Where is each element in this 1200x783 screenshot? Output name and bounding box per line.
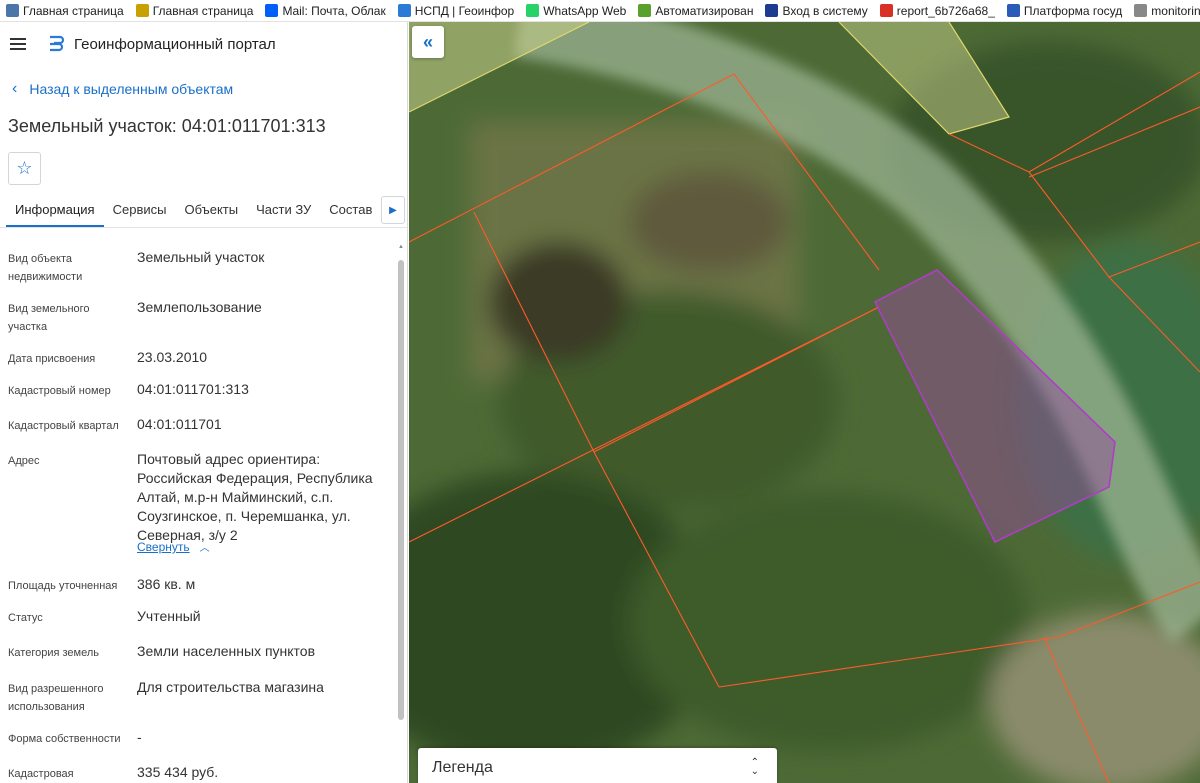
pdf-icon xyxy=(879,4,893,17)
tab-composition[interactable]: Состав xyxy=(320,194,381,227)
tab-bar: Информация Сервисы Объекты Части ЗУ Сост… xyxy=(0,194,407,228)
property-label: Вид разрешенного использования xyxy=(8,683,104,713)
star-icon: ☆ xyxy=(16,158,33,178)
legend-label: Легенда xyxy=(432,759,493,776)
collapse-link-label: Свернуть xyxy=(137,540,190,554)
bookmark-item[interactable]: WhatsApp Web xyxy=(520,0,632,21)
back-link-label: Назад к выделенным объектам xyxy=(29,81,234,97)
bookmark-item[interactable]: report_6b726a68_ xyxy=(874,0,1001,21)
property-label: Категория земель xyxy=(8,647,99,659)
chevron-left-icon: ‹ xyxy=(12,80,18,97)
property-value: Землепользование xyxy=(137,299,262,315)
property-label: Кадастровый номер xyxy=(8,385,111,397)
bookmark-label: report_6b726a68_ xyxy=(896,3,995,18)
chevron-up-icon: ︿ xyxy=(199,543,210,554)
menu-icon[interactable] xyxy=(10,38,26,50)
tab-services[interactable]: Сервисы xyxy=(104,194,176,227)
emblem2-icon xyxy=(1006,4,1020,17)
bookmark-label: Вход в систему xyxy=(782,3,868,18)
collapse-panel-button[interactable]: « xyxy=(412,26,444,58)
property-label: Площадь уточненная xyxy=(8,580,118,592)
bookmarks-bar: Главная страница Главная страница Mail: По… xyxy=(0,0,1200,22)
property-label: Вид объекта недвижимости xyxy=(8,253,83,283)
nspd-icon xyxy=(397,4,411,17)
whatsapp-icon xyxy=(526,4,540,17)
property-value: Земли населенных пунктов xyxy=(137,643,316,659)
portal-logo-icon xyxy=(50,35,65,52)
monitoring-icon xyxy=(1134,4,1148,17)
property-value: 23.03.2010 xyxy=(137,349,208,365)
bookmark-item[interactable]: Главная страница xyxy=(0,0,130,21)
bookmark-label: Главная страница xyxy=(23,3,124,18)
bookmark-label: Mail: Почта, Облак xyxy=(282,3,386,18)
bookmark-label: Автоматизирован xyxy=(655,3,754,18)
emblem-icon xyxy=(135,4,149,17)
property-value: 386 кв. м xyxy=(137,576,196,592)
property-label: Кадастровая xyxy=(8,768,74,780)
vk-icon xyxy=(6,4,19,17)
bookmark-item[interactable]: Платформа госуд xyxy=(1001,0,1128,21)
property-value: Учтенный xyxy=(137,608,201,624)
property-value: Земельный участок xyxy=(137,249,265,265)
bookmark-label: WhatsApp Web xyxy=(543,3,627,18)
property-label: Вид земельного участка xyxy=(8,303,90,333)
back-to-selected-link[interactable]: ‹ Назад к выделенным объектам xyxy=(0,72,407,106)
leaf-icon xyxy=(638,4,652,17)
tab-objects[interactable]: Объекты xyxy=(175,194,247,227)
bookmark-item[interactable]: monitoring.gov.ru xyxy=(1128,0,1200,21)
property-value: 04:01:011701 xyxy=(137,416,222,432)
property-value: Для строительства магазина xyxy=(137,679,324,695)
expand-collapse-icon: ⌃ ⌄ xyxy=(750,757,759,777)
scroll-up-icon[interactable]: ▲ xyxy=(397,244,405,250)
property-label: Кадастровый квартал xyxy=(8,420,119,432)
property-label: Статус xyxy=(8,612,43,624)
bookmark-label: Платформа госуд xyxy=(1023,3,1123,18)
bookmark-item[interactable]: Главная страница xyxy=(130,0,260,21)
scrollbar-thumb[interactable] xyxy=(398,260,404,720)
map-view[interactable]: « Легенда ⌃ ⌄ xyxy=(409,22,1200,783)
satellite-map[interactable] xyxy=(409,22,1200,783)
bookmark-label: НСПД | Геоинфор xyxy=(414,3,515,18)
property-label: Форма собственности xyxy=(8,733,121,745)
property-value: 335 434 руб. xyxy=(137,764,219,780)
bookmark-label: Главная страница xyxy=(152,3,254,18)
login-icon xyxy=(765,4,779,17)
favorite-button[interactable]: ☆ xyxy=(8,152,41,185)
bookmark-item[interactable]: Вход в систему xyxy=(759,0,873,21)
tab-parts[interactable]: Части ЗУ xyxy=(247,194,320,227)
property-value: 04:01:011701:313 xyxy=(137,381,249,397)
collapse-address-link[interactable]: Свернуть ︿ xyxy=(137,539,210,554)
portal-title: Геоинформационный портал xyxy=(74,35,276,53)
page-title: Земельный участок: 04:01:011701:313 xyxy=(8,116,326,136)
tabs-scroll-right-button[interactable]: ▶ xyxy=(381,196,405,224)
bookmark-item[interactable]: НСПД | Геоинфор xyxy=(392,0,520,21)
bookmark-label: monitoring.gov.ru xyxy=(1151,3,1200,18)
property-label: Адрес xyxy=(8,455,40,467)
bookmark-item[interactable]: Автоматизирован xyxy=(632,0,759,21)
property-label: Дата присвоения xyxy=(8,353,96,365)
property-value: - xyxy=(137,729,142,745)
mail-icon xyxy=(265,4,279,17)
bookmark-item[interactable]: Mail: Почта, Облак xyxy=(259,0,391,21)
info-panel: Геоинформационный портал ‹ Назад к выдел… xyxy=(0,22,408,783)
tab-information[interactable]: Информация xyxy=(6,194,104,227)
property-value: Почтовый адрес ориентира: Российская Фед… xyxy=(137,451,373,543)
caret-right-icon: ▶ xyxy=(389,204,397,216)
legend-button[interactable]: Легенда ⌃ ⌄ xyxy=(418,748,777,783)
panel-header: Геоинформационный портал xyxy=(0,22,407,66)
panel-scrollbar[interactable]: ▲ xyxy=(397,240,405,783)
double-chevron-left-icon: « xyxy=(422,31,433,52)
